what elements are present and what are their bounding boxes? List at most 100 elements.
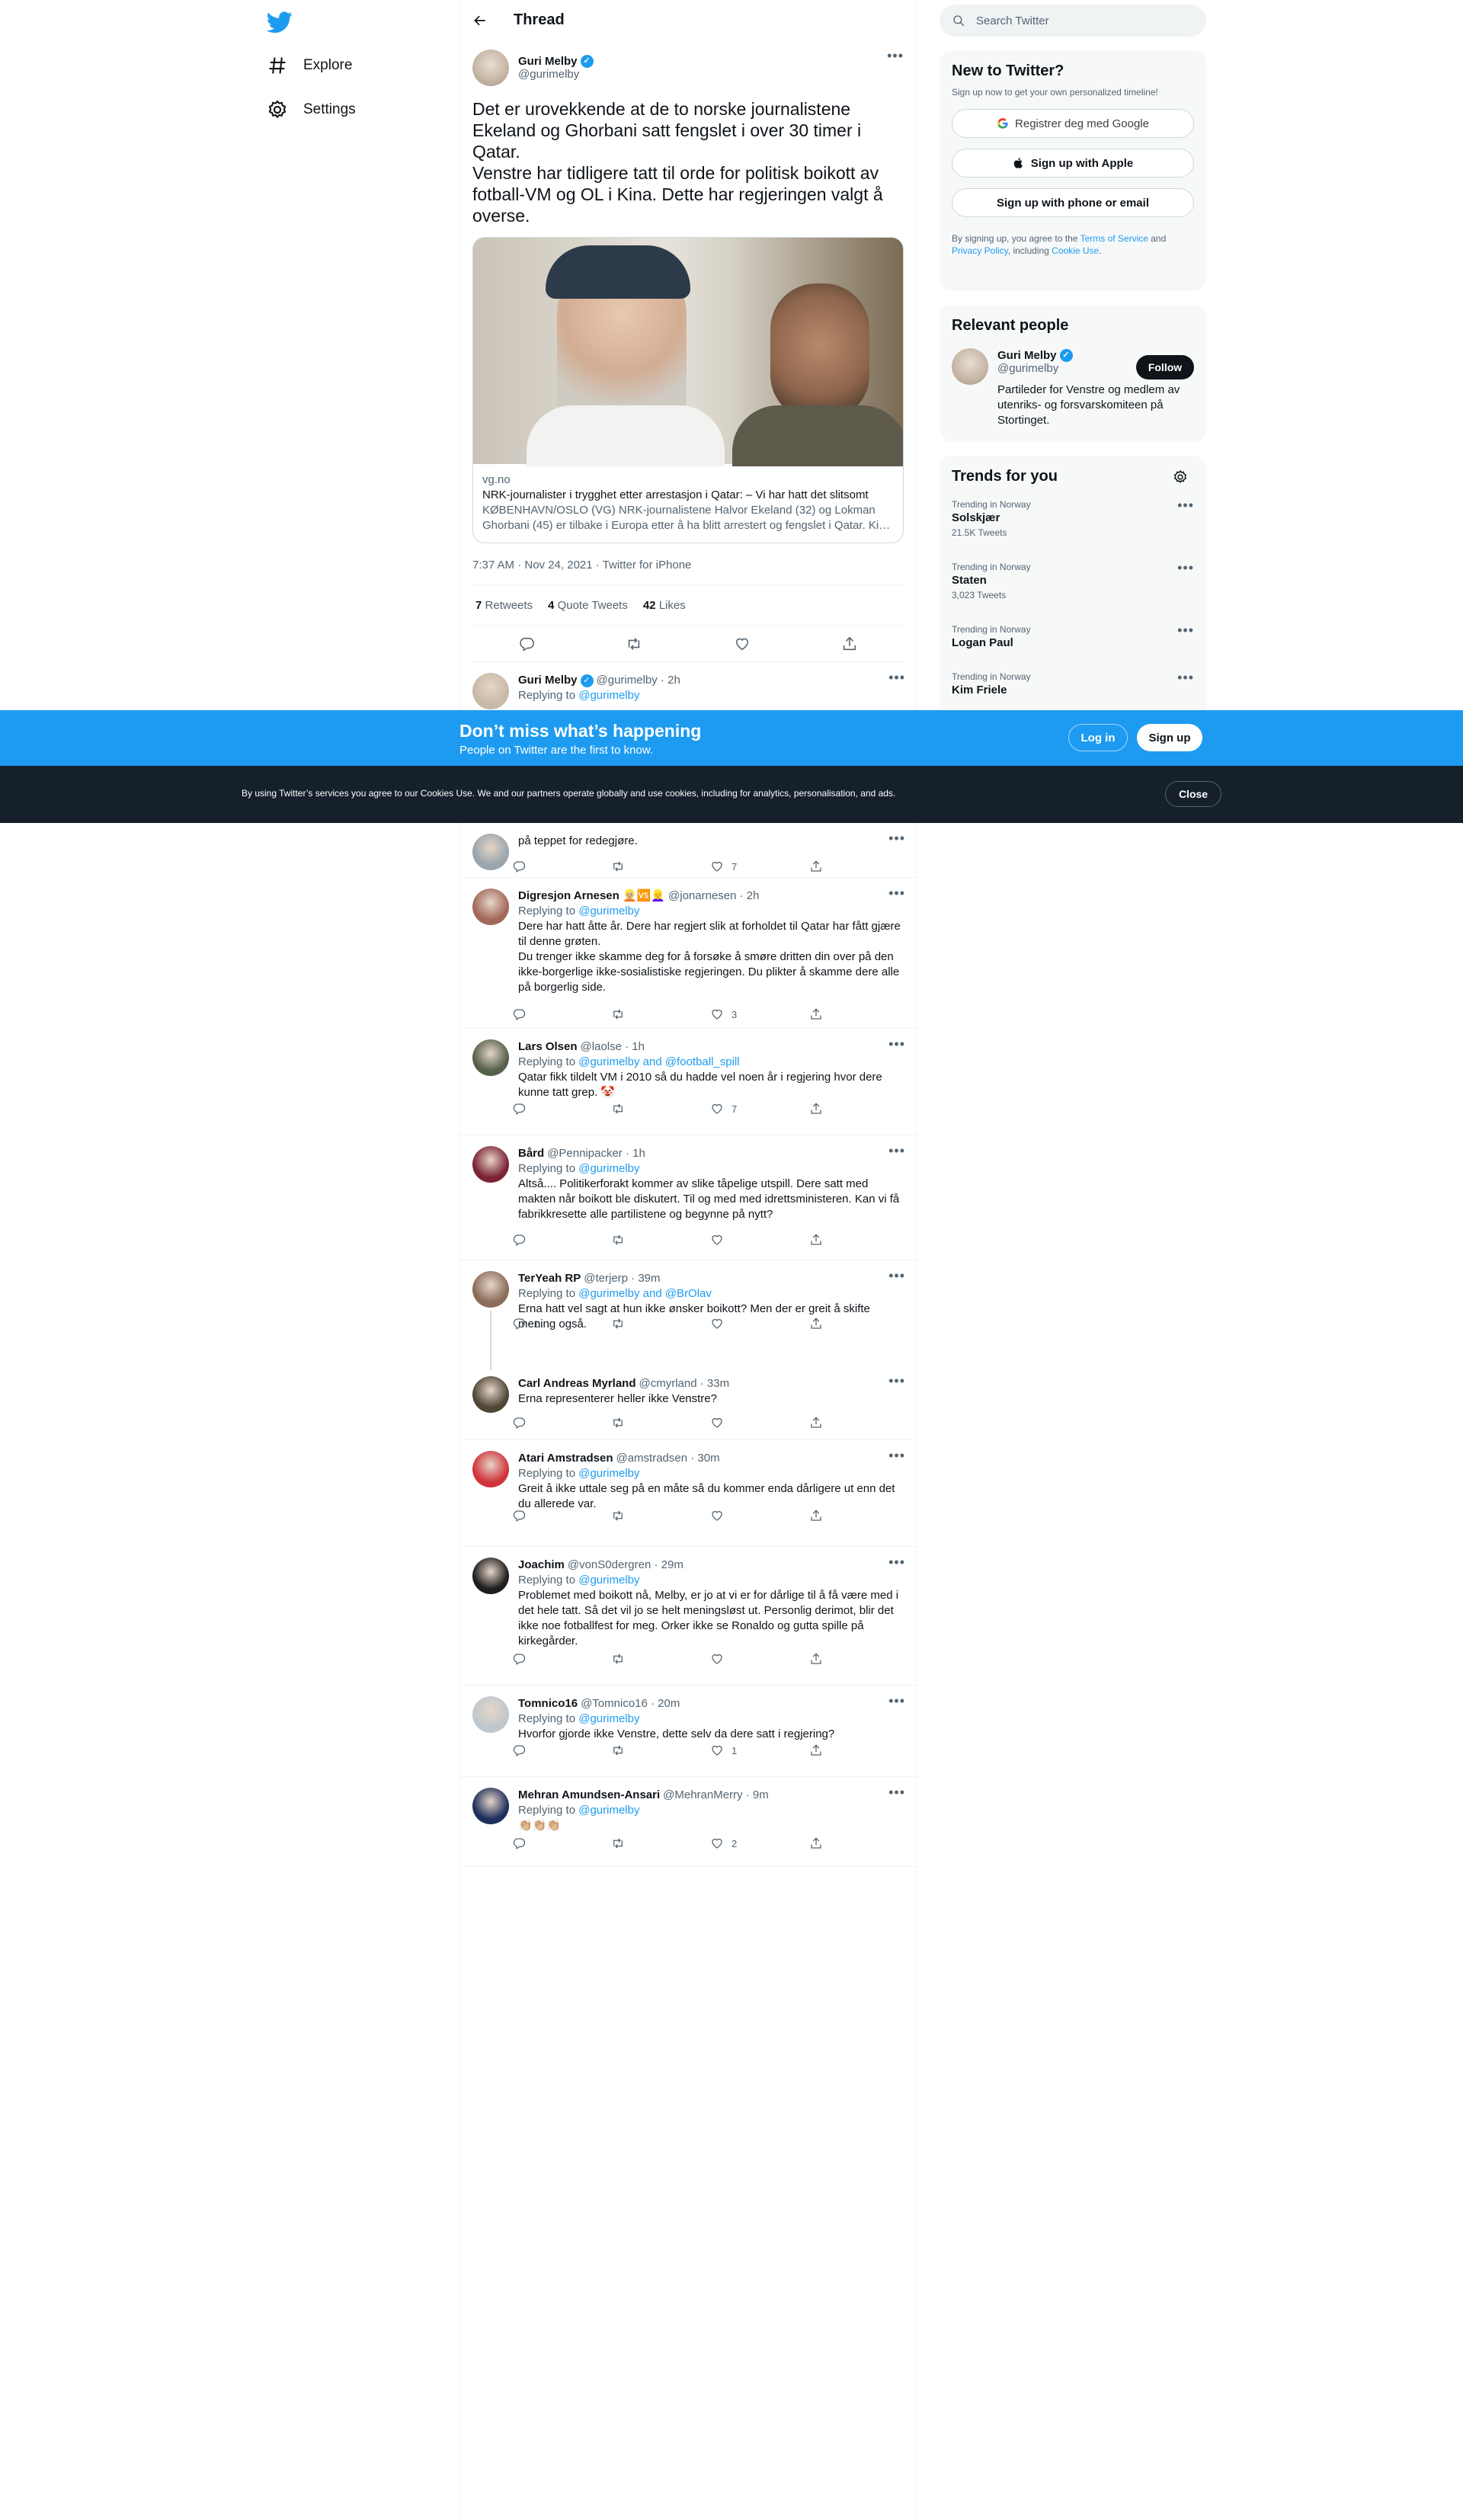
trend-item[interactable]: Trending in Norway Logan Paul •••	[940, 616, 1206, 664]
avatar[interactable]	[472, 1039, 509, 1076]
retweet-icon[interactable]	[611, 1836, 625, 1850]
reply-author-handle[interactable]: @jonarnesen · 2h	[668, 889, 759, 904]
retweet-icon[interactable]	[611, 1102, 625, 1116]
avatar[interactable]	[472, 673, 509, 709]
reply-tweet[interactable]: Atari Amstradsen @amstradsen · 30m Replyin…	[460, 1440, 917, 1547]
like-icon[interactable]	[710, 1416, 724, 1430]
cookie-close-button[interactable]: Close	[1165, 781, 1221, 807]
trend-item[interactable]: Trending in Norway Staten 3,023 Tweets •••	[940, 554, 1206, 616]
relevant-name[interactable]: Guri Melby	[997, 349, 1057, 362]
like-icon[interactable]	[710, 860, 724, 873]
reply-tweet[interactable]: på teppet for redegjøre. ••• 7	[460, 823, 917, 878]
reply-author-name[interactable]: Atari Amstradsen	[518, 1451, 613, 1466]
reply-author-handle[interactable]: @Pennipacker · 1h	[547, 1146, 645, 1161]
avatar[interactable]	[472, 1271, 509, 1308]
reply-author-name[interactable]: Carl Andreas Myrland	[518, 1376, 636, 1391]
back-arrow-icon[interactable]	[472, 13, 488, 28]
reply-author-name[interactable]: TerYeah RP	[518, 1271, 581, 1286]
signup-button[interactable]: Sign up	[1137, 724, 1202, 751]
reply-icon[interactable]	[512, 1509, 526, 1523]
author-name[interactable]: Guri Melby	[518, 55, 578, 68]
mention-link[interactable]: @gurimelby	[578, 1162, 639, 1175]
share-icon[interactable]	[841, 636, 858, 652]
like-icon[interactable]	[710, 1744, 724, 1757]
login-button[interactable]: Log in	[1068, 724, 1128, 751]
mention-link[interactable]: @gurimelby	[578, 905, 639, 917]
share-icon[interactable]	[809, 860, 823, 873]
reply-tweet[interactable]: Lars Olsen @laolse · 1h Replying to @gurim…	[460, 1029, 917, 1135]
mention-link[interactable]: @gurimelby	[578, 1712, 639, 1725]
terms-of-service-link[interactable]: Terms of Service	[1080, 233, 1148, 244]
share-icon[interactable]	[809, 1416, 823, 1430]
retweet-icon[interactable]	[611, 1416, 625, 1430]
retweet-icon[interactable]	[611, 860, 625, 873]
mention-link[interactable]: @gurimelby and @football_spill	[578, 1055, 739, 1068]
avatar[interactable]	[472, 1696, 509, 1733]
mention-link[interactable]: @gurimelby	[578, 1467, 639, 1480]
reply-author-handle[interactable]: @gurimelby · 2h	[597, 673, 680, 688]
mention-link[interactable]: @gurimelby	[578, 1804, 639, 1817]
google-signup-button[interactable]: Registrer deg med Google	[952, 109, 1194, 138]
avatar[interactable]	[472, 1146, 509, 1183]
reply-icon[interactable]	[512, 1007, 526, 1021]
reply-author-handle[interactable]: @terjerp · 39m	[584, 1271, 660, 1286]
reply-author-name[interactable]: Mehran Amundsen-Ansari	[518, 1788, 660, 1803]
retweet-icon[interactable]	[611, 1744, 625, 1757]
reply-icon[interactable]	[512, 1416, 526, 1430]
cookie-use-link[interactable]: Cookie Use	[1052, 245, 1099, 256]
like-icon[interactable]	[710, 1317, 724, 1330]
tweet-timestamp[interactable]: 7:37 AM · Nov 24, 2021 · Twitter for iPh…	[472, 559, 904, 574]
more-icon[interactable]: •••	[888, 831, 905, 847]
reply-author-name[interactable]: Lars Olsen	[518, 1039, 578, 1055]
like-icon[interactable]	[710, 1509, 724, 1523]
more-icon[interactable]: •••	[888, 1693, 905, 1709]
mention-link[interactable]: @gurimelby and @BrOlav	[578, 1287, 712, 1300]
share-icon[interactable]	[809, 1102, 823, 1116]
search-input[interactable]: Search Twitter	[976, 14, 1049, 27]
avatar[interactable]	[472, 50, 509, 86]
reply-author-name[interactable]: Joachim	[518, 1558, 565, 1573]
retweets-stat[interactable]: 7 Retweets	[475, 599, 533, 612]
share-icon[interactable]	[809, 1233, 823, 1247]
share-icon[interactable]	[809, 1509, 823, 1523]
avatar[interactable]	[472, 1451, 509, 1487]
likes-stat[interactable]: 42 Likes	[643, 599, 686, 612]
like-icon[interactable]	[710, 1102, 724, 1116]
gear-icon[interactable]	[1173, 469, 1188, 485]
retweet-icon[interactable]	[611, 1652, 625, 1666]
retweet-icon[interactable]	[611, 1007, 625, 1021]
author-handle[interactable]: @gurimelby	[518, 68, 594, 81]
reply-icon[interactable]	[512, 1836, 526, 1850]
avatar[interactable]	[472, 834, 509, 870]
link-card[interactable]: vg.no NRK-journalister i trygghet etter …	[472, 237, 904, 543]
reply-icon[interactable]	[512, 1233, 526, 1247]
more-icon[interactable]: •••	[888, 1268, 905, 1284]
reply-tweet[interactable]: Joachim @vonS0dergren · 29m Replying to @g…	[460, 1547, 917, 1686]
reply-tweet[interactable]: Carl Andreas Myrland @cmyrland · 33m Erna …	[460, 1366, 917, 1440]
retweet-icon[interactable]	[611, 1317, 625, 1330]
privacy-policy-link[interactable]: Privacy Policy	[952, 245, 1008, 256]
share-icon[interactable]	[809, 1317, 823, 1330]
reply-tweet[interactable]: TerYeah RP @terjerp · 39m Replying to @gur…	[460, 1260, 917, 1370]
reply-author-name[interactable]: Tomnico16	[518, 1696, 578, 1711]
search-box[interactable]: Search Twitter	[940, 5, 1206, 37]
avatar[interactable]	[472, 1376, 509, 1413]
reply-author-name[interactable]: Digresjon Arnesen 👱🏼🆚👱‍♀️	[518, 889, 665, 904]
relevant-handle[interactable]: @gurimelby	[997, 362, 1073, 375]
more-icon[interactable]: •••	[1177, 623, 1194, 639]
apple-signup-button[interactable]: Sign up with Apple	[952, 149, 1194, 178]
more-icon[interactable]: •••	[888, 1785, 905, 1801]
follow-button[interactable]: Follow	[1136, 355, 1194, 379]
reply-icon[interactable]	[512, 1744, 526, 1757]
like-icon[interactable]	[734, 636, 751, 652]
more-icon[interactable]: •••	[1177, 560, 1194, 576]
trend-item[interactable]: Trending in Norway Kim Friele •••	[940, 664, 1206, 711]
phone-email-signup-button[interactable]: Sign up with phone or email	[952, 188, 1194, 217]
more-icon[interactable]: •••	[888, 1036, 905, 1052]
reply-author-handle[interactable]: @MehranMerry · 9m	[663, 1788, 769, 1803]
like-icon[interactable]	[710, 1836, 724, 1850]
nav-explore[interactable]: Explore	[267, 55, 352, 76]
more-icon[interactable]: •••	[888, 885, 905, 901]
avatar[interactable]	[472, 889, 509, 925]
like-icon[interactable]	[710, 1233, 724, 1247]
